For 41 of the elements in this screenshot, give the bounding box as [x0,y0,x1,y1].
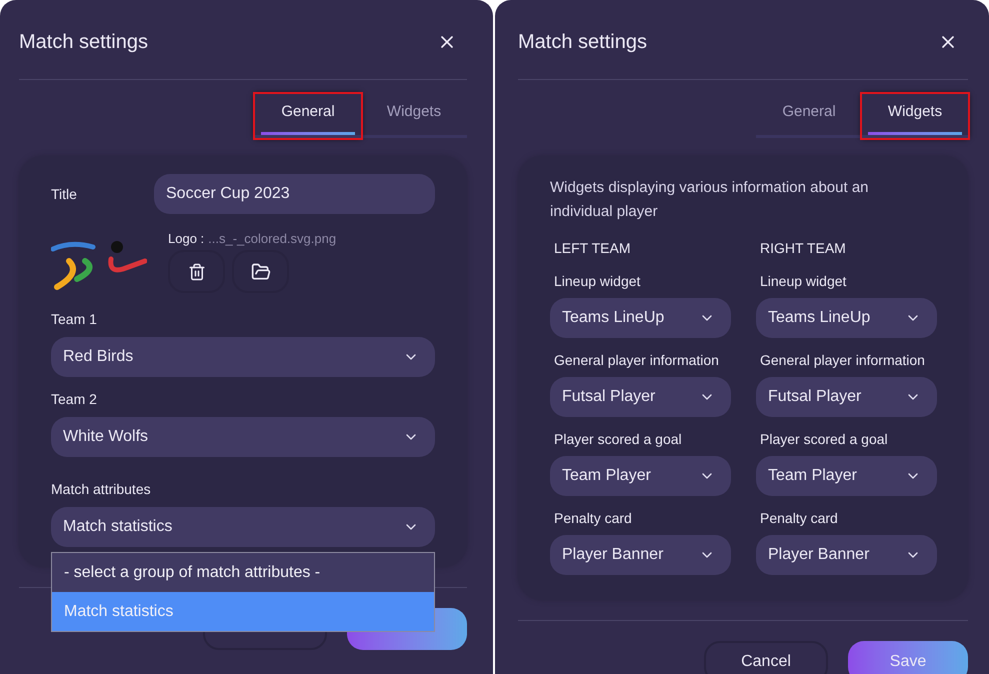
field-label: Lineup widget [553,272,642,291]
select-field[interactable]: Team Player [550,456,731,496]
field-label: Penalty card [553,509,633,528]
tab[interactable]: Widgets [361,94,467,138]
select-field[interactable]: Team Player [756,456,937,496]
tab[interactable]: General [255,94,361,138]
dialog-title: Match settings [19,30,148,54]
field-label: Player scored a goal [553,430,683,449]
select-field[interactable]: Match statistics [51,507,435,547]
dialog-title: Match settings [518,30,647,54]
field-label: General player information [553,351,720,370]
select-field[interactable]: Player Banner [756,535,937,575]
select-field[interactable]: Red Birds [51,337,435,377]
dropdown-option[interactable]: - select a group of match attributes - [52,553,434,592]
field-label: Penalty card [759,509,839,528]
title-field[interactable]: Soccer Cup 2023 [154,174,435,214]
select-field[interactable]: White Wolfs [51,417,435,457]
field-label: General player information [759,351,926,370]
description-text: Widgets displaying various information about an individual player [550,178,870,222]
tab[interactable]: General [756,94,862,138]
select-field[interactable]: Teams LineUp [550,298,731,338]
column-heading: RIGHT TEAM [759,239,847,258]
delete-button[interactable] [168,250,225,293]
field-label: Lineup widget [759,272,848,291]
trash-icon [188,262,206,280]
folder-icon [250,262,270,282]
select-field[interactable]: Teams LineUp [756,298,937,338]
select-field[interactable]: Futsal Player [756,377,937,417]
browse-button[interactable] [232,250,289,293]
select-field[interactable]: Futsal Player [550,377,731,417]
logo-filename: ...s_-_colored.svg.png [208,231,336,247]
tab[interactable]: Widgets [862,94,968,138]
select-field[interactable]: Player Banner [550,535,731,575]
field-label: Team 2 [51,390,98,409]
field-label: Player scored a goal [759,430,889,449]
column-heading: LEFT TEAM [553,239,632,258]
cancel-button[interactable]: Cancel [704,641,828,674]
field-label: Match attributes [51,480,152,499]
field-label: Team 1 [51,310,98,329]
logo-label: Logo : [168,231,204,247]
field-label: Title [51,184,78,204]
